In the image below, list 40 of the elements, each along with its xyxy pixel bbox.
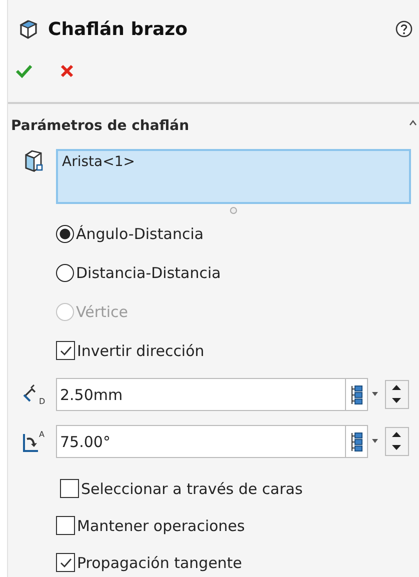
resize-handle[interactable] [230, 207, 237, 214]
checkbox[interactable] [60, 479, 79, 498]
number-field[interactable]: 75.00° [56, 425, 346, 458]
checkbox-label: Invertir dirección [77, 342, 204, 360]
checkbox[interactable] [56, 516, 75, 535]
checkbox-label: Seleccionar a través de caras [81, 480, 303, 498]
caret-icon[interactable] [409, 120, 417, 126]
selection-list[interactable]: Arista<1> [56, 149, 411, 204]
close-icon[interactable] [59, 63, 75, 79]
part-icon [17, 18, 39, 40]
check-icon[interactable] [15, 63, 33, 79]
down-arrow-icon [392, 398, 402, 404]
radio-label: Distancia-Distancia [76, 264, 221, 282]
tree-icon [350, 384, 363, 404]
section-title: Parámetros de chaflán [11, 118, 190, 134]
spin-button[interactable] [385, 427, 409, 456]
panel-title: Chaflán brazo [48, 18, 188, 40]
equation-button[interactable] [346, 425, 368, 458]
radio-button[interactable] [56, 224, 74, 242]
tree-icon [350, 432, 363, 452]
number-field[interactable]: 2.50mm [56, 378, 346, 411]
check-mark-icon [60, 558, 72, 568]
help-icon[interactable] [395, 20, 413, 38]
check-mark-icon [60, 346, 72, 356]
checkbox[interactable] [56, 553, 75, 572]
radio-button[interactable] [56, 264, 74, 282]
symbol-label: A [39, 430, 44, 438]
radio-label: Ángulo-Distancia [76, 224, 204, 242]
symbol-label: D [39, 398, 46, 406]
dropdown-arrow-icon[interactable] [372, 439, 379, 444]
up-arrow-icon [392, 384, 402, 391]
dropdown-arrow-icon[interactable] [372, 392, 379, 397]
down-arrow-icon [392, 445, 402, 452]
radio-label: Vértice [76, 302, 128, 320]
checkbox-label: Mantener operaciones [77, 516, 245, 534]
checkbox[interactable] [56, 341, 75, 360]
equation-button[interactable] [346, 378, 368, 411]
spin-button[interactable] [385, 380, 409, 409]
checkbox-label: Propagación tangente [77, 554, 242, 572]
up-arrow-icon [392, 432, 402, 438]
